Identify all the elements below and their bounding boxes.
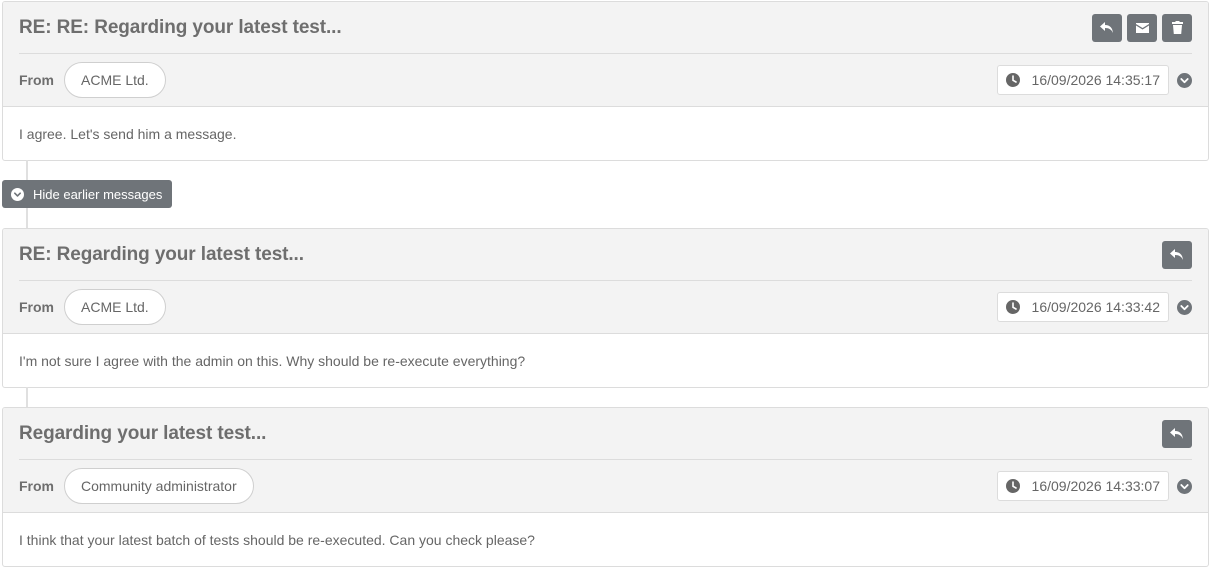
datetime-text: 16/09/2026 14:33:07 bbox=[1031, 478, 1160, 494]
datetime-text: 16/09/2026 14:35:17 bbox=[1031, 72, 1160, 88]
clock-icon bbox=[1005, 300, 1020, 314]
chevron-down-circle-icon[interactable] bbox=[1177, 72, 1192, 88]
message-subject: Regarding your latest test... bbox=[19, 422, 267, 444]
from-group: From Community administrator bbox=[19, 468, 254, 504]
message-subject: RE: RE: Regarding your latest test... bbox=[19, 16, 342, 38]
message-header: Regarding your latest test... From Commu… bbox=[3, 408, 1208, 513]
forward-email-button[interactable] bbox=[1127, 13, 1157, 42]
message-header: RE: RE: Regarding your latest test... Fr… bbox=[3, 2, 1208, 107]
message-datetime: 16/09/2026 14:35:17 bbox=[996, 65, 1169, 95]
clock-icon bbox=[1005, 73, 1020, 87]
message-body: I agree. Let's send him a message. bbox=[19, 125, 237, 142]
date-group: 16/09/2026 14:33:42 bbox=[996, 292, 1192, 322]
from-label: From bbox=[19, 299, 54, 315]
chevron-down-circle-icon bbox=[11, 187, 24, 201]
reply-icon bbox=[1170, 248, 1183, 260]
chevron-down-circle-icon[interactable] bbox=[1177, 478, 1192, 494]
message-from-row: From ACME Ltd. 16/09/2026 14:35:17 bbox=[19, 54, 1192, 106]
envelope-icon bbox=[1135, 22, 1149, 33]
from-label: From bbox=[19, 478, 54, 494]
thread-connector bbox=[26, 160, 28, 180]
reply-button[interactable] bbox=[1162, 240, 1192, 269]
datetime-text: 16/09/2026 14:33:42 bbox=[1031, 299, 1160, 315]
message-thread: RE: RE: Regarding your latest test... Fr… bbox=[0, 0, 1212, 568]
trash-icon bbox=[1171, 21, 1183, 34]
message-datetime: 16/09/2026 14:33:07 bbox=[996, 471, 1169, 501]
from-label: From bbox=[19, 72, 54, 88]
message-title-row: RE: RE: Regarding your latest test... bbox=[19, 2, 1192, 54]
message-from-row: From ACME Ltd. 16/09/2026 14:33:42 bbox=[19, 281, 1192, 333]
message-subject: RE: Regarding your latest test... bbox=[19, 243, 304, 265]
message-actions bbox=[1162, 240, 1192, 269]
date-group: 16/09/2026 14:35:17 bbox=[996, 65, 1192, 95]
reply-button[interactable] bbox=[1162, 419, 1192, 448]
message-actions bbox=[1162, 419, 1192, 448]
delete-button[interactable] bbox=[1162, 13, 1192, 42]
sender-pill[interactable]: ACME Ltd. bbox=[64, 62, 166, 98]
message-title-row: Regarding your latest test... bbox=[19, 408, 1192, 460]
chevron-down-circle-icon[interactable] bbox=[1177, 299, 1192, 315]
thread-connector bbox=[26, 208, 28, 228]
sender-pill[interactable]: Community administrator bbox=[64, 468, 254, 504]
message-header: RE: Regarding your latest test... From A… bbox=[3, 229, 1208, 334]
hide-earlier-messages-button[interactable]: Hide earlier messages bbox=[2, 180, 173, 208]
message-title-row: RE: Regarding your latest test... bbox=[19, 229, 1192, 281]
toggle-label: Hide earlier messages bbox=[33, 186, 163, 202]
sender-pill[interactable]: ACME Ltd. bbox=[64, 289, 166, 325]
thread-connector bbox=[26, 387, 28, 407]
message-card: RE: Regarding your latest test... From A… bbox=[2, 228, 1209, 388]
date-group: 16/09/2026 14:33:07 bbox=[996, 471, 1192, 501]
message-actions bbox=[1092, 13, 1192, 42]
message-card: RE: RE: Regarding your latest test... Fr… bbox=[2, 1, 1209, 161]
reply-icon bbox=[1170, 427, 1183, 439]
reply-button[interactable] bbox=[1092, 13, 1122, 42]
clock-icon bbox=[1005, 479, 1020, 493]
message-datetime: 16/09/2026 14:33:42 bbox=[996, 292, 1169, 322]
message-body: I'm not sure I agree with the admin on t… bbox=[19, 352, 526, 369]
from-group: From ACME Ltd. bbox=[19, 62, 166, 98]
reply-icon bbox=[1100, 21, 1113, 33]
message-card: Regarding your latest test... From Commu… bbox=[2, 407, 1209, 567]
message-from-row: From Community administrator 16/09/2026 … bbox=[19, 460, 1192, 512]
from-group: From ACME Ltd. bbox=[19, 289, 166, 325]
message-body: I think that your latest batch of tests … bbox=[19, 531, 535, 548]
